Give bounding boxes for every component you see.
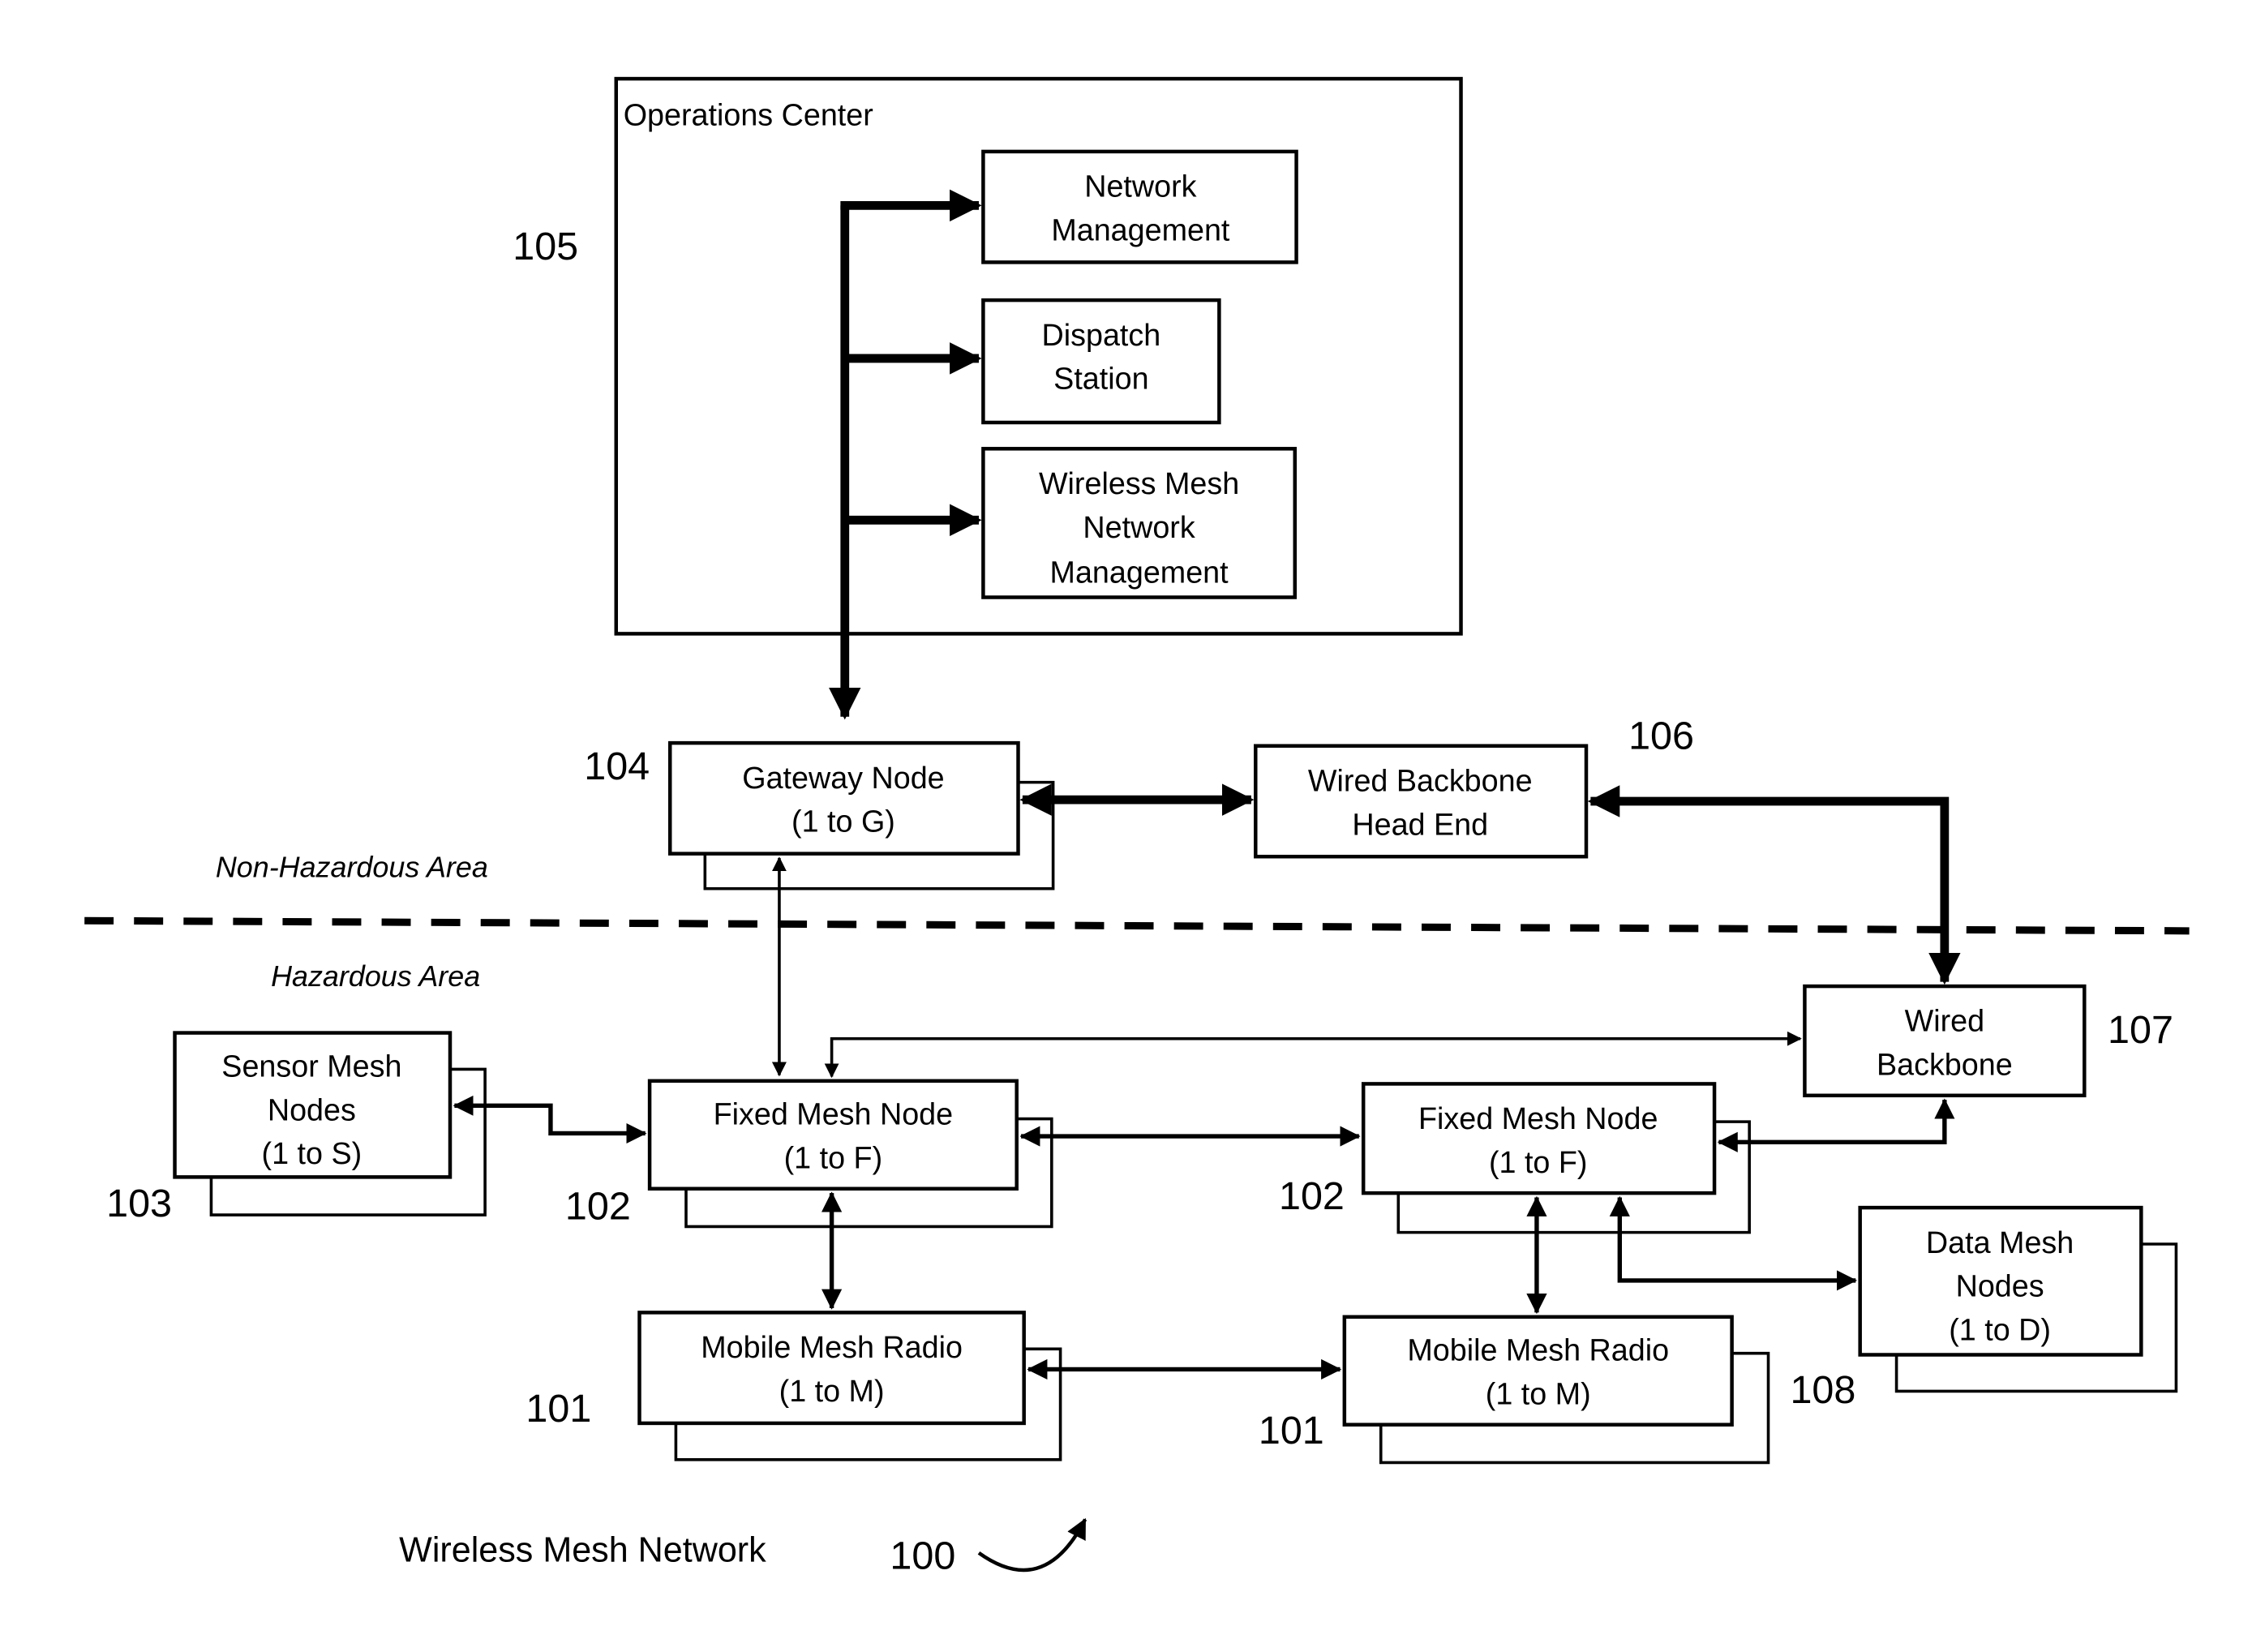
svg-text:Wired Backbone: Wired Backbone (1308, 763, 1533, 797)
figure-caption: Wireless Mesh Network (399, 1531, 766, 1570)
svg-text:(1 to M): (1 to M) (1486, 1377, 1591, 1411)
data-mesh-nodes-box[interactable]: Data Mesh Nodes (1 to D) (1858, 1205, 2178, 1393)
svg-text:(1 to M): (1 to M) (779, 1374, 885, 1408)
svg-text:Management: Management (1050, 556, 1229, 590)
mobile-mesh-radio-left-box[interactable]: Mobile Mesh Radio (1 to M) (637, 1311, 1062, 1461)
wireless-mesh-network-management-box[interactable]: Wireless Mesh Network Management (981, 447, 1298, 599)
svg-text:Mobile Mesh Radio: Mobile Mesh Radio (701, 1330, 963, 1364)
ref-106: 106 (1628, 714, 1694, 757)
svg-text:Fixed Mesh Node: Fixed Mesh Node (1418, 1101, 1658, 1135)
svg-text:Wireless Mesh: Wireless Mesh (1039, 466, 1239, 500)
svg-text:(1 to F): (1 to F) (1489, 1145, 1588, 1179)
sensor-mesh-nodes-box[interactable]: Sensor Mesh Nodes (1 to S) (173, 1031, 487, 1216)
network-management-box[interactable]: Network Management (981, 149, 1298, 264)
svg-text:Nodes: Nodes (1956, 1269, 2044, 1303)
ref-107: 107 (2108, 1008, 2173, 1052)
svg-text:Fixed Mesh Node: Fixed Mesh Node (714, 1097, 953, 1131)
hazardous-area-label: Hazardous Area (271, 959, 480, 993)
curved-arrow-icon (977, 1517, 1087, 1573)
svg-text:(1 to S): (1 to S) (262, 1136, 362, 1170)
mobile-mesh-radio-right-box[interactable]: Mobile Mesh Radio (1 to M) (1342, 1315, 1770, 1465)
wired-backbone-box[interactable]: Wired Backbone (1803, 984, 2087, 1098)
ref-100: 100 (890, 1534, 955, 1578)
hazard-boundary-line (84, 916, 2190, 935)
svg-text:Station: Station (1053, 362, 1148, 396)
svg-text:Dispatch: Dispatch (1042, 318, 1161, 352)
ref-103: 103 (106, 1182, 172, 1225)
svg-text:Nodes: Nodes (268, 1092, 356, 1126)
svg-text:(1 to G): (1 to G) (791, 805, 895, 839)
svg-text:Data Mesh: Data Mesh (1926, 1225, 2074, 1259)
ref-108: 108 (1790, 1368, 1855, 1412)
fixed-mesh-node-right-box[interactable]: Fixed Mesh Node (1 to F) (1361, 1082, 1751, 1234)
svg-text:(1 to D): (1 to D) (1949, 1313, 2051, 1347)
svg-text:Management: Management (1051, 212, 1230, 247)
svg-text:Backbone: Backbone (1877, 1048, 2013, 1082)
svg-text:Head End: Head End (1352, 807, 1488, 841)
gateway-node-box[interactable]: Gateway Node (1 to G) (667, 740, 1055, 890)
svg-text:Wired: Wired (1905, 1004, 1984, 1038)
ref-104: 104 (584, 744, 650, 788)
wired-backbone-head-end-box[interactable]: Wired Backbone Head End (1254, 744, 1589, 859)
svg-text:Mobile Mesh Radio: Mobile Mesh Radio (1407, 1333, 1669, 1367)
operations-center-label: Operations Center (624, 98, 873, 132)
headend-backbone-link (1587, 785, 1961, 985)
ref-101-right: 101 (1259, 1409, 1324, 1452)
svg-text:(1 to F): (1 to F) (784, 1141, 883, 1175)
ref-102-left: 102 (565, 1184, 631, 1228)
ref-105: 105 (513, 225, 578, 268)
svg-text:Network: Network (1083, 510, 1195, 544)
dispatch-station-box[interactable]: Dispatch Station (981, 298, 1221, 425)
svg-text:Gateway Node: Gateway Node (742, 761, 944, 795)
ref-101-left: 101 (525, 1387, 591, 1431)
ref-102-right: 102 (1279, 1174, 1345, 1218)
non-hazardous-area-label: Non-Hazardous Area (216, 850, 488, 883)
mesh-network-diagram: Operations Center 105 Network Management… (84, 76, 2190, 1578)
fixed-mesh-node-left-box[interactable]: Fixed Mesh Node (1 to F) (647, 1079, 1053, 1229)
svg-text:Network: Network (1084, 169, 1196, 204)
svg-text:Sensor Mesh: Sensor Mesh (221, 1049, 401, 1083)
